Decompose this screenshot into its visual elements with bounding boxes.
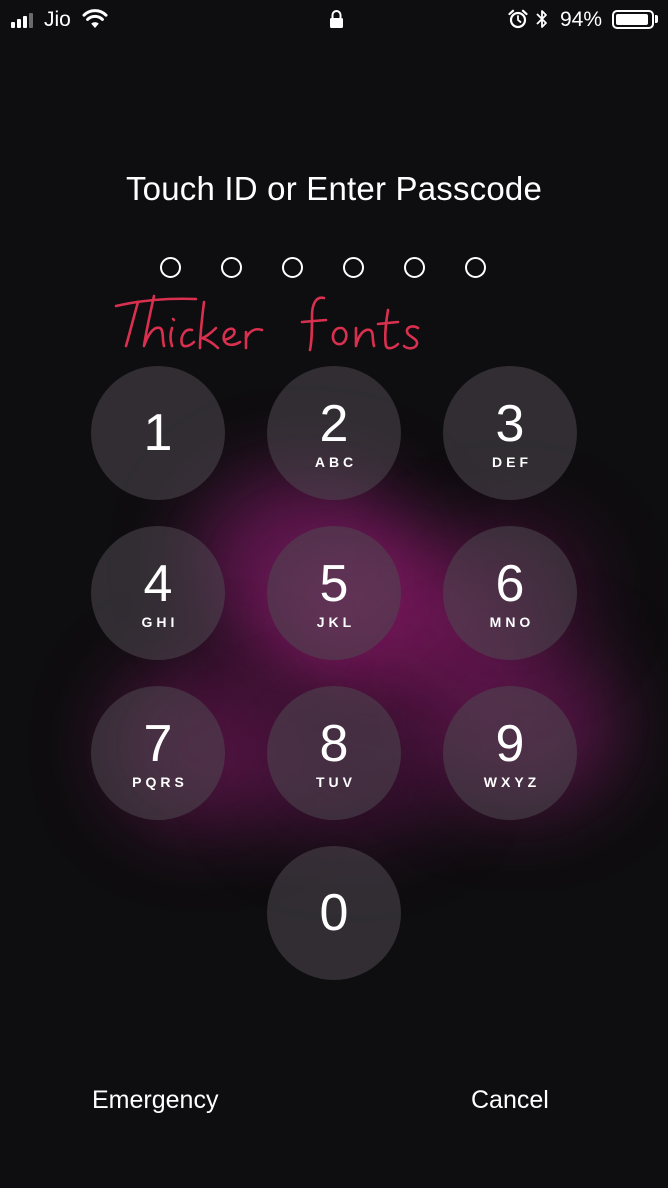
- keypad-key-1[interactable]: 1: [91, 366, 225, 500]
- keypad-key-0[interactable]: 0: [267, 846, 401, 980]
- key-digit: 4: [143, 555, 173, 613]
- cancel-button[interactable]: Cancel: [471, 1086, 549, 1115]
- keypad-key-5[interactable]: 5 JKL: [267, 526, 401, 660]
- key-letters: WXYZ: [483, 774, 541, 790]
- passcode-dot: [221, 257, 242, 278]
- keypad-key-7[interactable]: 7 PQRS: [91, 686, 225, 820]
- battery-cap: [655, 15, 658, 23]
- key-digit: 7: [143, 715, 173, 773]
- carrier-name: Jio: [44, 8, 71, 31]
- key-letters: GHI: [141, 614, 179, 630]
- key-digit: 0: [319, 884, 349, 942]
- passcode-dot: [160, 257, 181, 278]
- lock-screen: Jio 94% Touch ID or Enter Passcode 1 2 A…: [0, 0, 668, 1188]
- signal-icon: [11, 12, 33, 28]
- emergency-button[interactable]: Emergency: [92, 1086, 218, 1115]
- handwritten-annotation: [114, 294, 420, 352]
- lock-icon: [330, 10, 343, 28]
- key-digit: 6: [495, 555, 525, 613]
- bluetooth-icon: [536, 10, 547, 28]
- keypad-key-6[interactable]: 6 MNO: [443, 526, 577, 660]
- status-bar: Jio 94%: [0, 0, 668, 40]
- passcode-dot: [282, 257, 303, 278]
- key-digit: 8: [319, 715, 349, 773]
- battery-percent: 94%: [560, 8, 603, 31]
- keypad-key-8[interactable]: 8 TUV: [267, 686, 401, 820]
- key-digit: 9: [495, 715, 525, 773]
- key-letters: TUV: [316, 774, 356, 790]
- key-letters: JKL: [316, 614, 356, 630]
- key-letters: DEF: [492, 454, 532, 470]
- key-letters: PQRS: [132, 774, 188, 790]
- key-digit: 1: [143, 404, 173, 462]
- key-digit: 5: [319, 555, 349, 613]
- key-digit: 2: [319, 395, 349, 453]
- keypad-key-3[interactable]: 3 DEF: [443, 366, 577, 500]
- keypad-key-9[interactable]: 9 WXYZ: [443, 686, 577, 820]
- key-letters: MNO: [489, 614, 535, 630]
- battery-icon: [612, 10, 654, 29]
- keypad-key-2[interactable]: 2 ABC: [267, 366, 401, 500]
- passcode-dot: [343, 257, 364, 278]
- keypad-key-4[interactable]: 4 GHI: [91, 526, 225, 660]
- passcode-indicator: [160, 257, 486, 278]
- wifi-icon: [82, 9, 108, 28]
- alarm-icon: [508, 9, 528, 29]
- key-digit: 3: [495, 395, 525, 453]
- passcode-dot: [465, 257, 486, 278]
- key-letters: ABC: [314, 454, 358, 470]
- page-title: Touch ID or Enter Passcode: [125, 170, 543, 207]
- passcode-dot: [404, 257, 425, 278]
